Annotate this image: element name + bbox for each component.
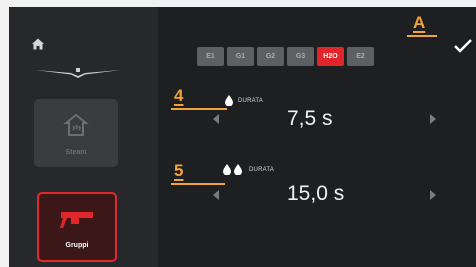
tab-g1[interactable]: G1 [227, 47, 254, 66]
steam-tile[interactable]: Steam [34, 99, 118, 167]
decrease-arrow-icon[interactable] [213, 114, 220, 124]
group-tabs: E1 G1 G2 G3 H2O E2 [197, 47, 377, 66]
home-icon[interactable] [31, 37, 45, 51]
confirm-check-icon[interactable] [453, 37, 473, 55]
sidebar: Steam Gruppi [9, 7, 158, 267]
increase-arrow-icon[interactable] [429, 190, 436, 200]
tab-g3[interactable]: G3 [287, 47, 314, 66]
callout-a-line [407, 35, 437, 37]
machine-display: Steam Gruppi E1 G1 G2 G3 H2O E2 DURATA 7… [9, 7, 476, 267]
water-drop-icon [223, 164, 231, 175]
decrease-arrow-icon[interactable] [213, 190, 220, 200]
tab-e2[interactable]: E2 [347, 47, 374, 66]
param-2-value[interactable]: 15,0 s [287, 182, 344, 206]
callout-4: 4 [174, 86, 184, 105]
steam-icon [63, 113, 89, 136]
callout-5-line [171, 183, 225, 185]
tab-h2o[interactable]: H2O [317, 47, 344, 66]
groups-tile[interactable]: Gruppi [37, 192, 117, 262]
portafilter-icon [60, 212, 93, 228]
callout-4-line [171, 108, 227, 110]
groups-tile-label: Gruppi [65, 242, 89, 249]
increase-arrow-icon[interactable] [429, 114, 436, 124]
water-drop-icon [234, 164, 242, 175]
tab-g2[interactable]: G2 [257, 47, 284, 66]
callout-a: A [413, 13, 426, 32]
brand-logo [35, 68, 121, 78]
water-drop-icon [225, 95, 233, 106]
steam-tile-label: Steam [65, 149, 87, 156]
callout-5: 5 [174, 161, 184, 180]
param-1-label: DURATA [238, 98, 263, 104]
tab-e1[interactable]: E1 [197, 47, 224, 66]
param-2-label: DURATA [249, 167, 274, 173]
param-1-value[interactable]: 7,5 s [287, 107, 333, 131]
